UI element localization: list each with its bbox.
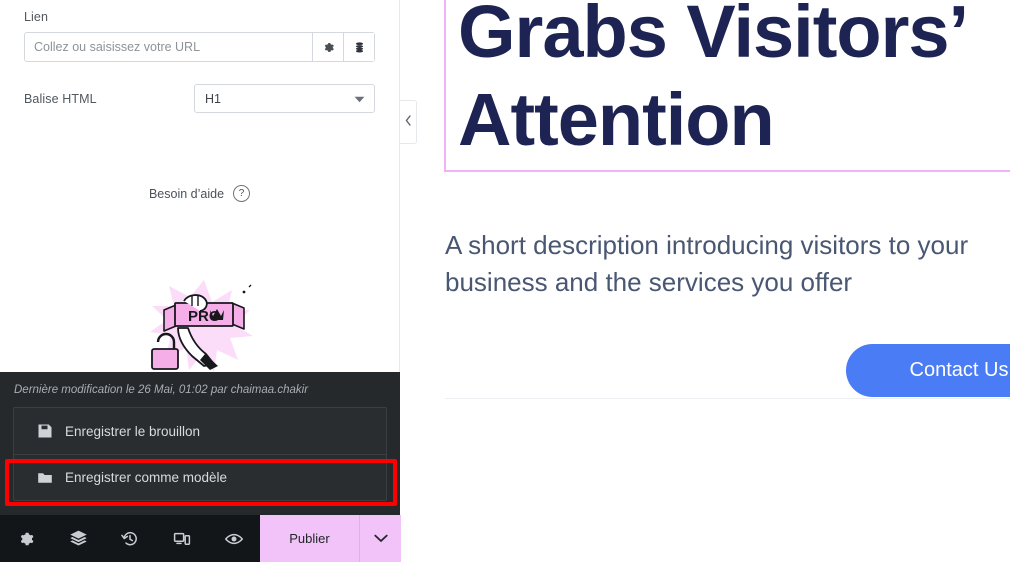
publish-group: Publier [260,515,402,562]
publish-dropdown-chevron-down-icon[interactable] [359,515,402,562]
responsive-icon[interactable] [156,515,208,562]
save-draft-option[interactable]: Enregistrer le brouillon [14,408,386,454]
publish-button[interactable]: Publier [260,515,359,562]
html-tag-control: Balise HTML H1 [24,84,375,113]
history-icon[interactable] [104,515,156,562]
help-label: Besoin d’aide [148,186,225,201]
save-options-panel: Dernière modification le 26 Mai, 01:02 p… [0,372,400,515]
last-modified-text: Dernière modification le 26 Mai, 01:02 p… [14,384,309,396]
settings-icon[interactable] [0,515,52,562]
html-tag-label: Balise HTML [24,91,97,106]
hero-heading[interactable]: Grabs Visitors’ Attention [446,0,1010,164]
panel-collapse-handle[interactable] [400,100,417,144]
link-url-input[interactable] [25,33,312,61]
section-divider [445,398,1010,399]
editor-bottom-toolbar: Publier [0,515,402,562]
html-tag-selected-value: H1 [205,91,221,106]
link-control: Lien Balise HTML H1 [0,0,399,202]
save-as-template-option[interactable]: Enregistrer comme modèle [14,454,386,500]
dynamic-tags-icon[interactable] [343,33,374,61]
eye-icon[interactable] [208,515,260,562]
heading-selection-outline[interactable]: Grabs Visitors’ Attention [444,0,1010,172]
chevron-left-icon [405,113,412,131]
save-as-template-label: Enregistrer comme modèle [65,470,228,485]
chevron-down-icon [354,90,365,108]
save-draft-label: Enregistrer le brouillon [65,423,201,439]
link-label: Lien [24,10,49,24]
folder-icon [37,470,53,486]
help-row[interactable]: Besoin d’aide ? [24,185,375,202]
floppy-disk-icon [37,423,53,439]
pro-upsell-illustration: PRO [148,278,260,374]
toolbar-icon-group [0,515,260,562]
link-input-row [24,32,375,62]
page-preview-canvas: Grabs Visitors’ Attention A short descri… [401,0,1010,562]
save-options-list: Enregistrer le brouillon Enregistrer com… [13,407,387,501]
help-question-icon[interactable]: ? [233,185,251,202]
html-tag-select[interactable]: H1 [194,84,375,113]
link-options-gear-icon[interactable] [312,33,343,61]
contact-us-button[interactable]: Contact Us [846,344,1010,397]
layers-icon[interactable] [52,515,104,562]
hero-description[interactable]: A short description introducing visitors… [445,227,1010,301]
